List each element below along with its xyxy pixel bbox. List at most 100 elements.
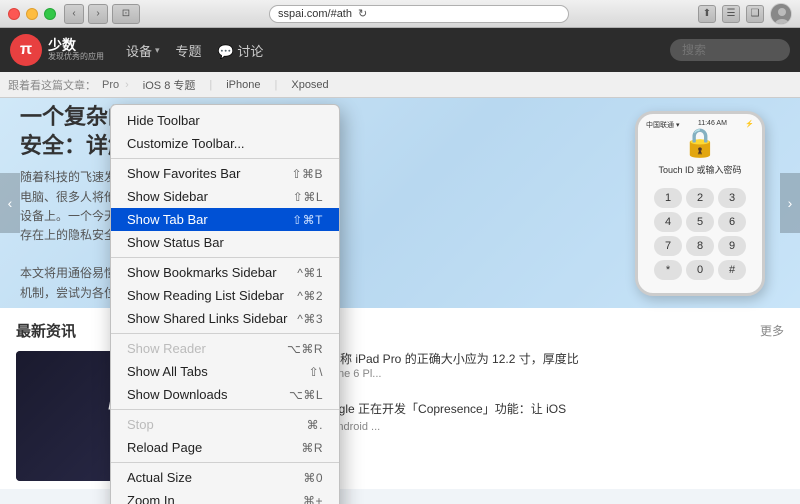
nav-links: 设备 ▾ 专题 💬 讨论 — [126, 41, 263, 60]
menu-item-9: Show Reader⌥⌘R — [111, 337, 339, 360]
menu-item-11[interactable]: Show Downloads⌥⌘L — [111, 383, 339, 406]
phone-key-5: 5 — [686, 212, 714, 232]
phone-key-8: 8 — [686, 236, 714, 256]
tab-separator: › — [125, 79, 129, 91]
phone-lock-icon: 🔒 — [683, 126, 718, 159]
menu-label-3: Show Sidebar — [127, 189, 293, 204]
menu-label-14: Actual Size — [127, 470, 303, 485]
menu-shortcut-12: ⌘. — [307, 418, 323, 432]
recent-more-link[interactable]: 更多 — [760, 322, 784, 339]
avatar[interactable] — [770, 3, 792, 25]
news-headline-1[interactable]: Google 正在开发「Copresence」功能：让 iOS — [316, 401, 784, 418]
phone-key-9: 9 — [718, 236, 746, 256]
logo-text: 少数 发现优秀的应用 — [48, 38, 104, 62]
logo-icon: π — [10, 34, 42, 66]
recent-title: 最新资讯 — [16, 320, 76, 341]
sidebar-toggle-icon[interactable]: ❑ — [746, 5, 764, 23]
phone-numpad: 1 2 3 4 5 6 7 8 9 * 0 # — [654, 188, 746, 280]
menu-item-13[interactable]: Reload Page⌘R — [111, 436, 339, 459]
menu-item-8[interactable]: Show Shared Links Sidebar^⌘3 — [111, 307, 339, 330]
menu-shortcut-14: ⌘0 — [303, 471, 323, 485]
main-nav: π 少数 发现优秀的应用 设备 ▾ 专题 💬 讨论 — [0, 28, 800, 72]
tab-breadcrumb-pro: Pro — [102, 79, 119, 91]
phone-frame: 中国联通 ▾ 11:46 AM ⚡️ 🔒 Touch ID 或输入密码 1 2 … — [635, 111, 765, 296]
nav-buttons: ‹ › — [64, 4, 108, 24]
menu-label-12: Stop — [127, 417, 307, 432]
menu-shortcut-13: ⌘R — [301, 441, 323, 455]
back-button[interactable]: ‹ — [64, 4, 84, 24]
menu-separator-11 — [111, 409, 339, 410]
menu-item-7[interactable]: Show Reading List Sidebar^⌘2 — [111, 284, 339, 307]
reading-list-icon[interactable]: ☰ — [722, 5, 740, 23]
phone-key-7: 7 — [654, 236, 682, 256]
phone-key-0: 0 — [686, 260, 714, 280]
menu-separator-1 — [111, 158, 339, 159]
nav-item-discuss[interactable]: 💬 讨论 — [218, 41, 264, 60]
menu-label-7: Show Reading List Sidebar — [127, 288, 297, 303]
menu-item-0[interactable]: Hide Toolbar — [111, 109, 339, 132]
tab-item-xposed[interactable]: Xposed — [283, 77, 336, 93]
hero-next-button[interactable]: › — [780, 173, 800, 233]
toolbar-right: ⬆ ☰ ❑ — [698, 3, 800, 25]
menu-label-6: Show Bookmarks Sidebar — [127, 265, 297, 280]
close-button[interactable] — [8, 8, 20, 20]
menu-item-14[interactable]: Actual Size⌘0 — [111, 466, 339, 489]
menu-shortcut-10: ⇧\ — [309, 365, 323, 379]
tab-separator-2: | — [209, 79, 212, 91]
menu-item-2[interactable]: Show Favorites Bar⇧⌘B — [111, 162, 339, 185]
menu-item-15[interactable]: Zoom In⌘+ — [111, 489, 339, 504]
tab-bar: 跟着看这篇文章： Pro › iOS 8 专题 | iPhone | Xpose… — [0, 72, 800, 98]
tab-item-iphone[interactable]: iPhone — [218, 77, 268, 93]
menu-label-9: Show Reader — [127, 341, 287, 356]
news-headline-0[interactable]: 日媒称 iPad Pro 的正确大小应为 12.2 寸，厚度比 — [316, 351, 784, 368]
menu-item-6[interactable]: Show Bookmarks Sidebar^⌘1 — [111, 261, 339, 284]
phone-key-star: * — [654, 260, 682, 280]
url-text: sspai.com/#ath — [278, 8, 352, 20]
menu-item-10[interactable]: Show All Tabs⇧\ — [111, 360, 339, 383]
menu-shortcut-4: ⇧⌘T — [292, 213, 323, 227]
context-menu: Hide Toolbar Customize Toolbar... Show Fav… — [110, 104, 340, 504]
menu-shortcut-7: ^⌘2 — [297, 289, 323, 303]
address-bar-container: sspai.com/#ath ↻ — [140, 5, 698, 23]
menu-shortcut-9: ⌥⌘R — [287, 342, 323, 356]
menu-label-13: Reload Page — [127, 440, 301, 455]
menu-shortcut-2: ⇧⌘B — [291, 167, 323, 181]
title-bar: ‹ › ⊡ sspai.com/#ath ↻ ⬆ ☰ ❑ — [0, 0, 800, 28]
news-sub-1: 与 Android ... — [316, 418, 784, 434]
traffic-lights — [0, 8, 56, 20]
menu-label-0: Hide Toolbar — [127, 113, 323, 128]
tab-breadcrumb-prefix: 跟着看这篇文章： — [8, 77, 96, 93]
minimize-button[interactable] — [26, 8, 38, 20]
tab-separator-3: | — [275, 79, 278, 91]
menu-label-5: Show Status Bar — [127, 235, 323, 250]
menu-separator-5 — [111, 257, 339, 258]
menu-item-12: Stop⌘. — [111, 413, 339, 436]
nav-item-devices[interactable]: 设备 ▾ — [126, 41, 160, 60]
phone-key-1: 1 — [654, 188, 682, 208]
maximize-button[interactable] — [44, 8, 56, 20]
menu-item-1[interactable]: Customize Toolbar... — [111, 132, 339, 155]
menu-label-1: Customize Toolbar... — [127, 136, 323, 151]
tab-item-ios8[interactable]: iOS 8 专题 — [135, 75, 204, 95]
hero-prev-button[interactable]: ‹ — [0, 173, 20, 233]
share-icon[interactable]: ⬆ — [698, 5, 716, 23]
phone-key-4: 4 — [654, 212, 682, 232]
search-input[interactable] — [670, 39, 790, 61]
phone-key-2: 2 — [686, 188, 714, 208]
forward-button[interactable]: › — [88, 4, 108, 24]
phone-mockup: 中国联通 ▾ 11:46 AM ⚡️ 🔒 Touch ID 或输入密码 1 2 … — [620, 108, 780, 298]
menu-item-5[interactable]: Show Status Bar — [111, 231, 339, 254]
phone-key-hash: # — [718, 260, 746, 280]
menu-label-10: Show All Tabs — [127, 364, 309, 379]
refresh-icon[interactable]: ↻ — [358, 7, 367, 20]
address-bar[interactable]: sspai.com/#ath ↻ — [269, 5, 569, 23]
content-area: ‹ 一个复杂的锁屏 安全：详解 iO 随着科技的飞速发展， 电脑、很多人将他们大… — [0, 98, 800, 504]
logo-area[interactable]: π 少数 发现优秀的应用 — [10, 34, 104, 66]
nav-search — [670, 39, 790, 61]
news-text-0: 日媒称 iPad Pro 的正确大小应为 12.2 寸，厚度比 iPhone 6… — [316, 351, 784, 380]
nav-item-topics[interactable]: 专题 — [176, 41, 202, 60]
menu-shortcut-8: ^⌘3 — [297, 312, 323, 326]
tab-overview-button[interactable]: ⊡ — [112, 4, 140, 24]
menu-item-4[interactable]: Show Tab Bar⇧⌘T — [111, 208, 339, 231]
menu-item-3[interactable]: Show Sidebar⇧⌘L — [111, 185, 339, 208]
